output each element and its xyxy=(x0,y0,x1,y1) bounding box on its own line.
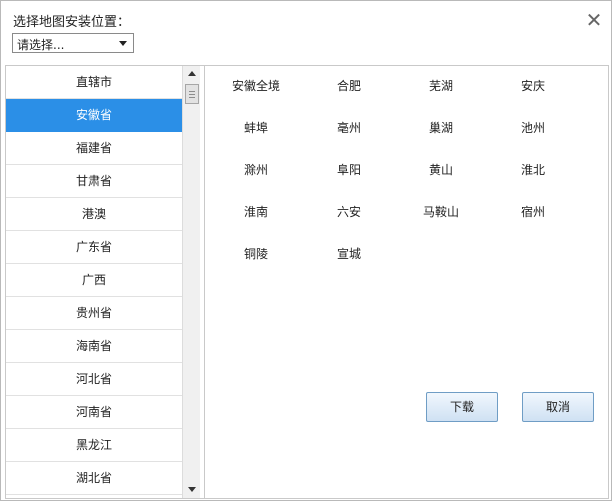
city-option[interactable]: 六安 xyxy=(305,202,393,222)
province-item[interactable]: 贵州省 xyxy=(6,297,182,330)
city-option[interactable]: 芜湖 xyxy=(397,76,485,96)
city-option[interactable]: 安徽全境 xyxy=(212,76,300,96)
city-option[interactable]: 蚌埠 xyxy=(212,118,300,138)
city-option[interactable]: 阜阳 xyxy=(305,160,393,180)
selection-panel: 直辖市 安徽省 福建省 甘肃省 港澳 广东省 广西 贵州省 海南省 河北省 河南省 黑龙江 湖北省 安徽… xyxy=(5,65,609,499)
city-option[interactable]: 合肥 xyxy=(305,76,393,96)
province-item[interactable]: 海南省 xyxy=(6,330,182,363)
city-option[interactable]: 淮北 xyxy=(489,160,577,180)
province-item[interactable]: 广东省 xyxy=(6,231,182,264)
location-select[interactable]: 请选择... xyxy=(12,33,134,53)
panel-divider xyxy=(204,66,205,498)
location-select-value: 请选择... xyxy=(17,38,65,52)
province-item[interactable]: 福建省 xyxy=(6,132,182,165)
city-option[interactable]: 淮南 xyxy=(212,202,300,222)
scrollbar-thumb[interactable] xyxy=(185,84,199,104)
city-option[interactable]: 亳州 xyxy=(305,118,393,138)
grip-line xyxy=(189,91,195,92)
download-button[interactable]: 下载 xyxy=(426,392,498,422)
city-option[interactable]: 铜陵 xyxy=(212,244,300,264)
city-option[interactable]: 池州 xyxy=(489,118,577,138)
province-item[interactable]: 湖北省 xyxy=(6,462,182,495)
city-option[interactable]: 黄山 xyxy=(397,160,485,180)
arrow-up-icon xyxy=(188,71,196,76)
province-item[interactable]: 河南省 xyxy=(6,396,182,429)
city-option[interactable]: 滁州 xyxy=(212,160,300,180)
province-list: 直辖市 安徽省 福建省 甘肃省 港澳 广东省 广西 贵州省 海南省 河北省 河南省 黑龙江 湖北省 xyxy=(6,66,182,498)
cancel-button[interactable]: 取消 xyxy=(522,392,594,422)
close-icon[interactable]: ✕ xyxy=(583,9,605,31)
city-option[interactable]: 安庆 xyxy=(489,76,577,96)
scroll-up-button[interactable] xyxy=(183,66,200,82)
dialog-title: 选择地图安装位置： xyxy=(13,15,131,30)
province-item[interactable]: 直辖市 xyxy=(6,66,182,99)
scroll-down-button[interactable] xyxy=(183,482,200,498)
chevron-down-icon xyxy=(119,41,127,46)
province-list-scrollbar[interactable] xyxy=(182,66,200,498)
arrow-down-icon xyxy=(188,487,196,492)
province-item[interactable]: 河北省 xyxy=(6,363,182,396)
city-option[interactable]: 宿州 xyxy=(489,202,577,222)
grip-line xyxy=(189,94,195,95)
province-item[interactable]: 黑龙江 xyxy=(6,429,182,462)
city-option[interactable]: 马鞍山 xyxy=(397,202,485,222)
install-location-dialog: 选择地图安装位置： ✕ 请选择... 直辖市 安徽省 福建省 甘肃省 港澳 广东省 广西 贵州… xyxy=(0,0,612,501)
province-item[interactable]: 安徽省 xyxy=(6,99,182,132)
province-item[interactable]: 广西 xyxy=(6,264,182,297)
grip-line xyxy=(189,97,195,98)
city-option[interactable]: 宣城 xyxy=(305,244,393,264)
province-item[interactable]: 港澳 xyxy=(6,198,182,231)
province-item[interactable]: 甘肃省 xyxy=(6,165,182,198)
city-option[interactable]: 巢湖 xyxy=(397,118,485,138)
